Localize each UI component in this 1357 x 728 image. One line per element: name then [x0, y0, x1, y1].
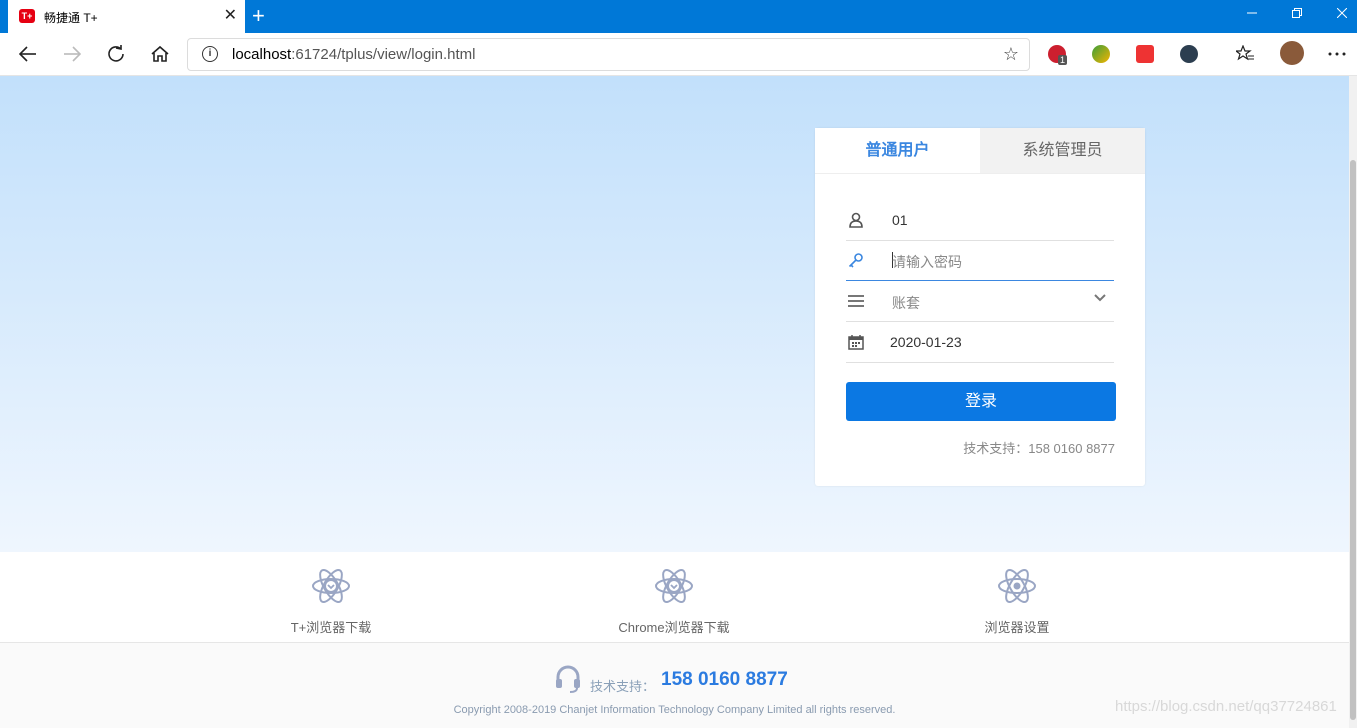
download-section: T+浏览器下载 Chrome浏览器下载 浏览器设置 [0, 552, 1349, 643]
footer-support-label: 技术支持： [590, 679, 656, 694]
url-host: localhost [232, 46, 292, 63]
page-content: 普通用户 系统管理员 01 请输入密码 账套 2020-01-23 登录 技术支… [0, 76, 1349, 728]
refresh-icon[interactable] [104, 42, 128, 66]
more-icon[interactable] [1325, 42, 1349, 66]
tab-system-admin[interactable]: 系统管理员 [980, 128, 1145, 173]
browser-toolbar: i localhost:61724/tplus/view/login.html … [0, 33, 1357, 76]
login-tabs: 普通用户 系统管理员 [815, 128, 1145, 174]
login-button[interactable]: 登录 [846, 382, 1116, 421]
info-icon[interactable]: i [202, 46, 218, 62]
account-set-placeholder: 账套 [892, 295, 920, 311]
browser-tab[interactable]: T+ 畅捷通 T+ ✕ [8, 0, 245, 33]
watermark-text: https://blog.csdn.net/qq37724861 [1115, 698, 1337, 715]
atom-settings-icon [998, 569, 1036, 603]
download-label: 浏览器设置 [984, 620, 1050, 635]
tab-normal-user[interactable]: 普通用户 [815, 128, 980, 173]
password-field[interactable]: 请输入密码 [846, 240, 1114, 281]
browser-titlebar: T+ 畅捷通 T+ ✕ + [0, 0, 1357, 33]
headset-icon [556, 665, 580, 693]
chrome-browser-download[interactable]: Chrome浏览器下载 [604, 566, 744, 636]
adblock-badge: 1 [1058, 55, 1068, 65]
login-card: 普通用户 系统管理员 01 请输入密码 账套 2020-01-23 登录 技术支… [815, 128, 1145, 486]
url-path: :61724/tplus/view/login.html [291, 46, 476, 63]
tab-title: 畅捷通 T+ [44, 11, 98, 25]
hero-background [0, 76, 1349, 552]
favorites-icon[interactable] [1234, 44, 1254, 63]
footer-support: 技术支持： 158 0160 8877 [555, 665, 788, 694]
scrollbar-thumb[interactable] [1350, 160, 1356, 720]
restore-icon[interactable] [1274, 0, 1320, 30]
tplus-favicon-icon: T+ [19, 9, 35, 23]
download-label: T+浏览器下载 [290, 620, 372, 635]
extension-icon[interactable] [1092, 45, 1110, 63]
ghostery-icon[interactable] [1180, 45, 1198, 63]
menu-lines-icon [848, 295, 864, 307]
password-placeholder: 请输入密码 [892, 254, 962, 270]
user-icon [849, 212, 863, 228]
account-set-select[interactable]: 账套 [846, 281, 1114, 322]
username-field[interactable]: 01 [846, 200, 1114, 241]
date-field[interactable]: 2020-01-23 [846, 322, 1114, 363]
footer-support-number: 158 0160 8877 [661, 669, 788, 690]
page-footer: 技术支持： 158 0160 8877 Copyright 2008-2019 … [0, 643, 1349, 728]
forward-icon[interactable] [60, 42, 84, 66]
chevron-down-icon[interactable] [1094, 291, 1106, 303]
support-phone-small: 技术支持：158 0160 8877 [963, 441, 1115, 456]
adblock-icon[interactable]: 1 [1048, 45, 1068, 65]
tab-close-icon[interactable]: ✕ [224, 7, 237, 25]
browser-settings[interactable]: 浏览器设置 [967, 566, 1067, 636]
profile-avatar[interactable] [1280, 41, 1304, 65]
window-close-icon[interactable] [1319, 0, 1357, 30]
star-icon[interactable]: ☆ [1003, 44, 1019, 65]
key-icon [848, 253, 863, 268]
todoist-icon[interactable] [1136, 45, 1154, 63]
download-label: Chrome浏览器下载 [618, 620, 730, 635]
back-icon[interactable] [16, 42, 40, 66]
date-value: 2020-01-23 [890, 334, 962, 350]
new-tab-icon[interactable]: + [252, 3, 265, 29]
minimize-icon[interactable] [1229, 0, 1275, 30]
url-text: localhost:61724/tplus/view/login.html [232, 46, 475, 63]
atom-download-icon [655, 569, 693, 603]
atom-download-icon [312, 569, 350, 603]
home-icon[interactable] [148, 42, 172, 66]
username-value: 01 [892, 212, 908, 228]
calendar-icon [848, 335, 864, 350]
tplus-browser-download[interactable]: T+浏览器下载 [271, 566, 391, 636]
address-bar[interactable]: i localhost:61724/tplus/view/login.html … [187, 38, 1030, 71]
